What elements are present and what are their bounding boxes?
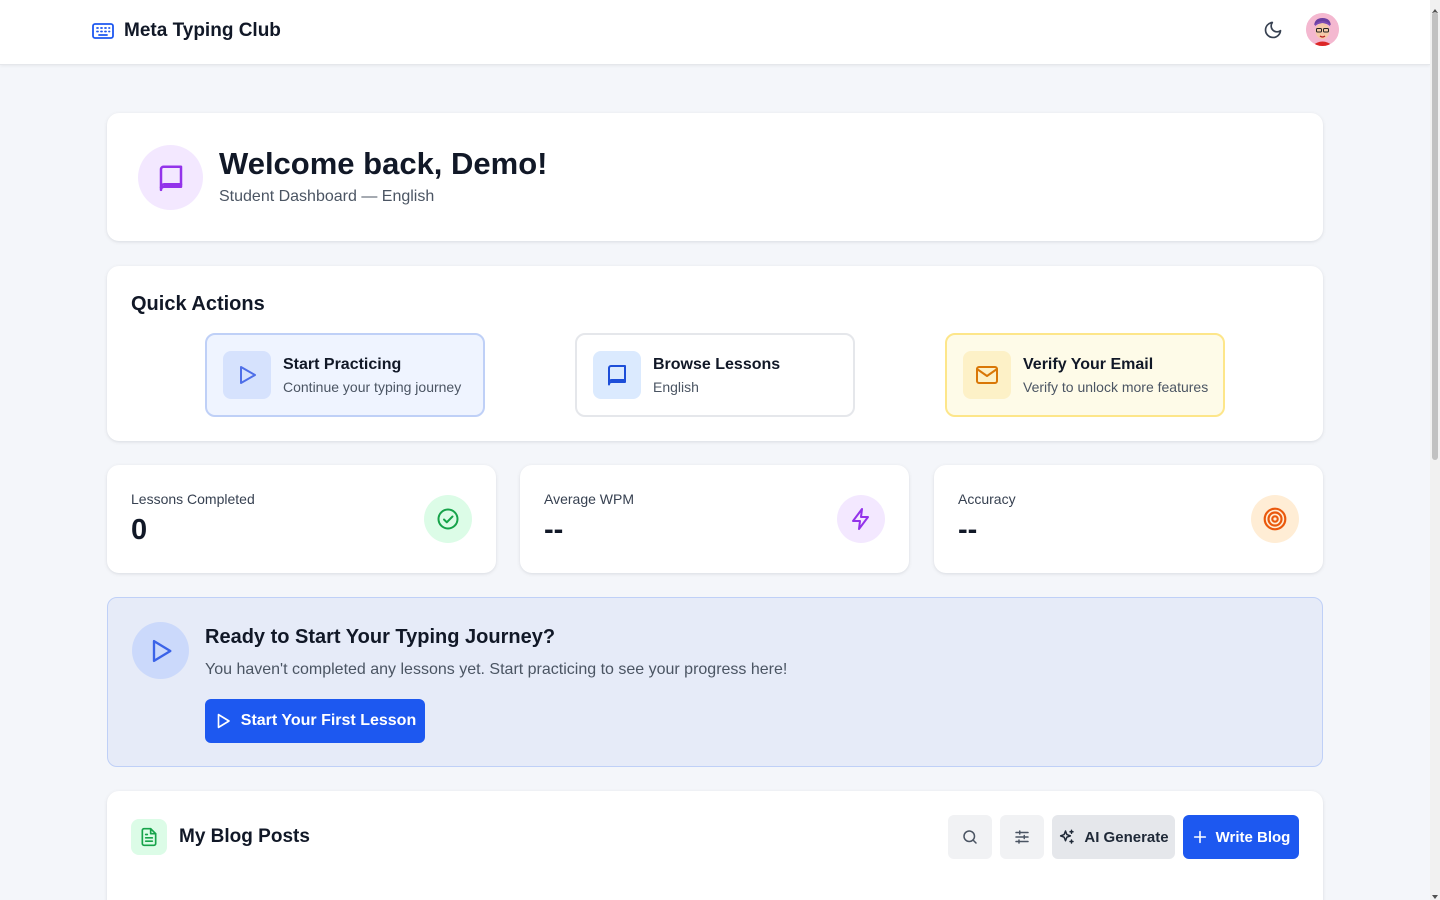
lightning-icon <box>837 495 885 543</box>
top-navbar: Meta Typing Club <box>0 0 1430 65</box>
mail-icon <box>963 351 1011 399</box>
journey-title: Ready to Start Your Typing Journey? <box>205 626 556 648</box>
stat-label: Average WPM <box>544 491 634 507</box>
qa-title: Browse Lessons <box>653 356 781 373</box>
sparkles-icon <box>1058 828 1076 846</box>
book-icon <box>593 351 641 399</box>
check-circle-icon <box>424 495 472 543</box>
stat-average-wpm: Average WPM -- <box>520 465 909 573</box>
brand[interactable]: Meta Typing Club <box>92 20 281 42</box>
document-icon <box>131 819 167 855</box>
blog-title: My Blog Posts <box>179 826 310 847</box>
welcome-subtitle: Student Dashboard — English <box>219 188 435 205</box>
play-icon <box>214 712 232 730</box>
scroll-down-arrow-icon[interactable] <box>1431 888 1439 899</box>
play-icon <box>132 622 189 679</box>
start-practicing-action[interactable]: Start Practicing Continue your typing jo… <box>205 333 485 417</box>
ai-generate-label: AI Generate <box>1084 828 1169 846</box>
typing-journey-banner: Ready to Start Your Typing Journey? You … <box>107 597 1323 767</box>
welcome-title: Welcome back, Demo! <box>219 146 548 181</box>
brand-name: Meta Typing Club <box>124 20 281 41</box>
qa-subtitle: English <box>653 379 699 395</box>
search-button[interactable] <box>948 815 992 859</box>
keyboard-icon <box>92 22 114 40</box>
write-blog-button[interactable]: Write Blog <box>1183 815 1299 859</box>
stat-value: 0 <box>131 514 148 546</box>
ai-generate-button[interactable]: AI Generate <box>1052 815 1175 859</box>
start-first-lesson-button[interactable]: Start Your First Lesson <box>205 699 425 743</box>
browse-lessons-action[interactable]: Browse Lessons English <box>575 333 855 417</box>
welcome-card: Welcome back, Demo! Student Dashboard — … <box>107 113 1323 241</box>
qa-title: Start Practicing <box>283 356 402 373</box>
stat-accuracy: Accuracy -- <box>934 465 1323 573</box>
verify-email-action[interactable]: Verify Your Email Verify to unlock more … <box>945 333 1225 417</box>
stat-label: Lessons Completed <box>131 491 255 507</box>
qa-title: Verify Your Email <box>1023 356 1154 373</box>
moon-icon <box>1263 20 1283 45</box>
play-icon <box>223 351 271 399</box>
target-icon <box>1251 495 1299 543</box>
button-label: Start Your First Lesson <box>240 712 417 729</box>
stat-value: -- <box>544 514 564 546</box>
plus-icon <box>1192 829 1208 845</box>
journey-description: You haven't completed any lessons yet. S… <box>205 661 788 678</box>
user-avatar[interactable] <box>1306 13 1339 46</box>
qa-subtitle: Continue your typing journey <box>283 379 462 395</box>
scroll-up-arrow-icon[interactable] <box>1431 2 1439 13</box>
stat-lessons-completed: Lessons Completed 0 <box>107 465 496 573</box>
quick-actions-title: Quick Actions <box>131 293 265 315</box>
quick-actions-card: Quick Actions Start Practicing Continue … <box>107 266 1323 441</box>
theme-toggle-button[interactable] <box>1259 18 1287 46</box>
qa-subtitle: Verify to unlock more features <box>1023 379 1209 395</box>
stat-label: Accuracy <box>958 491 1016 507</box>
sliders-icon <box>1013 828 1031 846</box>
stat-value: -- <box>958 514 978 546</box>
filter-button[interactable] <box>1000 815 1044 859</box>
write-blog-label: Write Blog <box>1215 828 1291 846</box>
book-icon <box>138 145 203 210</box>
search-icon <box>961 828 979 846</box>
scrollbar-thumb[interactable] <box>1432 12 1438 460</box>
blog-posts-card: My Blog Posts AI Generate Write Blog <box>107 791 1323 900</box>
